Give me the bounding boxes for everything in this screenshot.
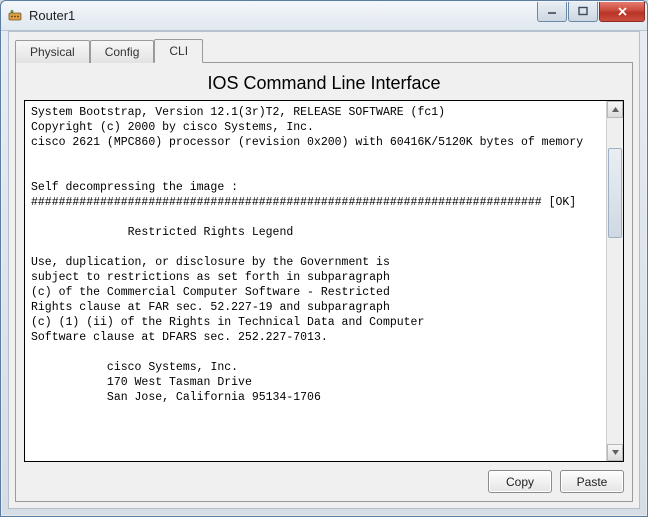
scroll-down-button[interactable] [607,444,623,461]
window-controls [536,2,645,24]
panel-title: IOS Command Line Interface [24,73,624,94]
terminal-container: System Bootstrap, Version 12.1(3r)T2, RE… [24,100,624,462]
app-window: Router1 Physical Config CLI IOS Command … [0,0,648,517]
titlebar[interactable]: Router1 [1,1,647,31]
tab-cli[interactable]: CLI [154,39,203,63]
cli-panel: IOS Command Line Interface System Bootst… [15,62,633,502]
close-button[interactable] [599,2,645,22]
tab-bar: Physical Config CLI [15,36,633,62]
close-icon [617,6,628,17]
client-area: Physical Config CLI IOS Command Line Int… [8,31,640,509]
chevron-up-icon [612,107,619,112]
button-row: Copy Paste [24,470,624,493]
terminal-output[interactable]: System Bootstrap, Version 12.1(3r)T2, RE… [25,101,606,461]
window-title: Router1 [29,8,536,23]
minimize-icon [547,6,557,16]
tab-physical[interactable]: Physical [15,40,90,63]
paste-button[interactable]: Paste [560,470,624,493]
maximize-icon [578,6,588,16]
app-icon [7,8,23,24]
scroll-track[interactable] [607,118,623,444]
scrollbar[interactable] [606,101,623,461]
tab-config[interactable]: Config [90,40,155,63]
maximize-button[interactable] [568,2,598,22]
chevron-down-icon [612,450,619,455]
scroll-thumb[interactable] [608,148,622,238]
minimize-button[interactable] [537,2,567,22]
copy-button[interactable]: Copy [488,470,552,493]
scroll-up-button[interactable] [607,101,623,118]
